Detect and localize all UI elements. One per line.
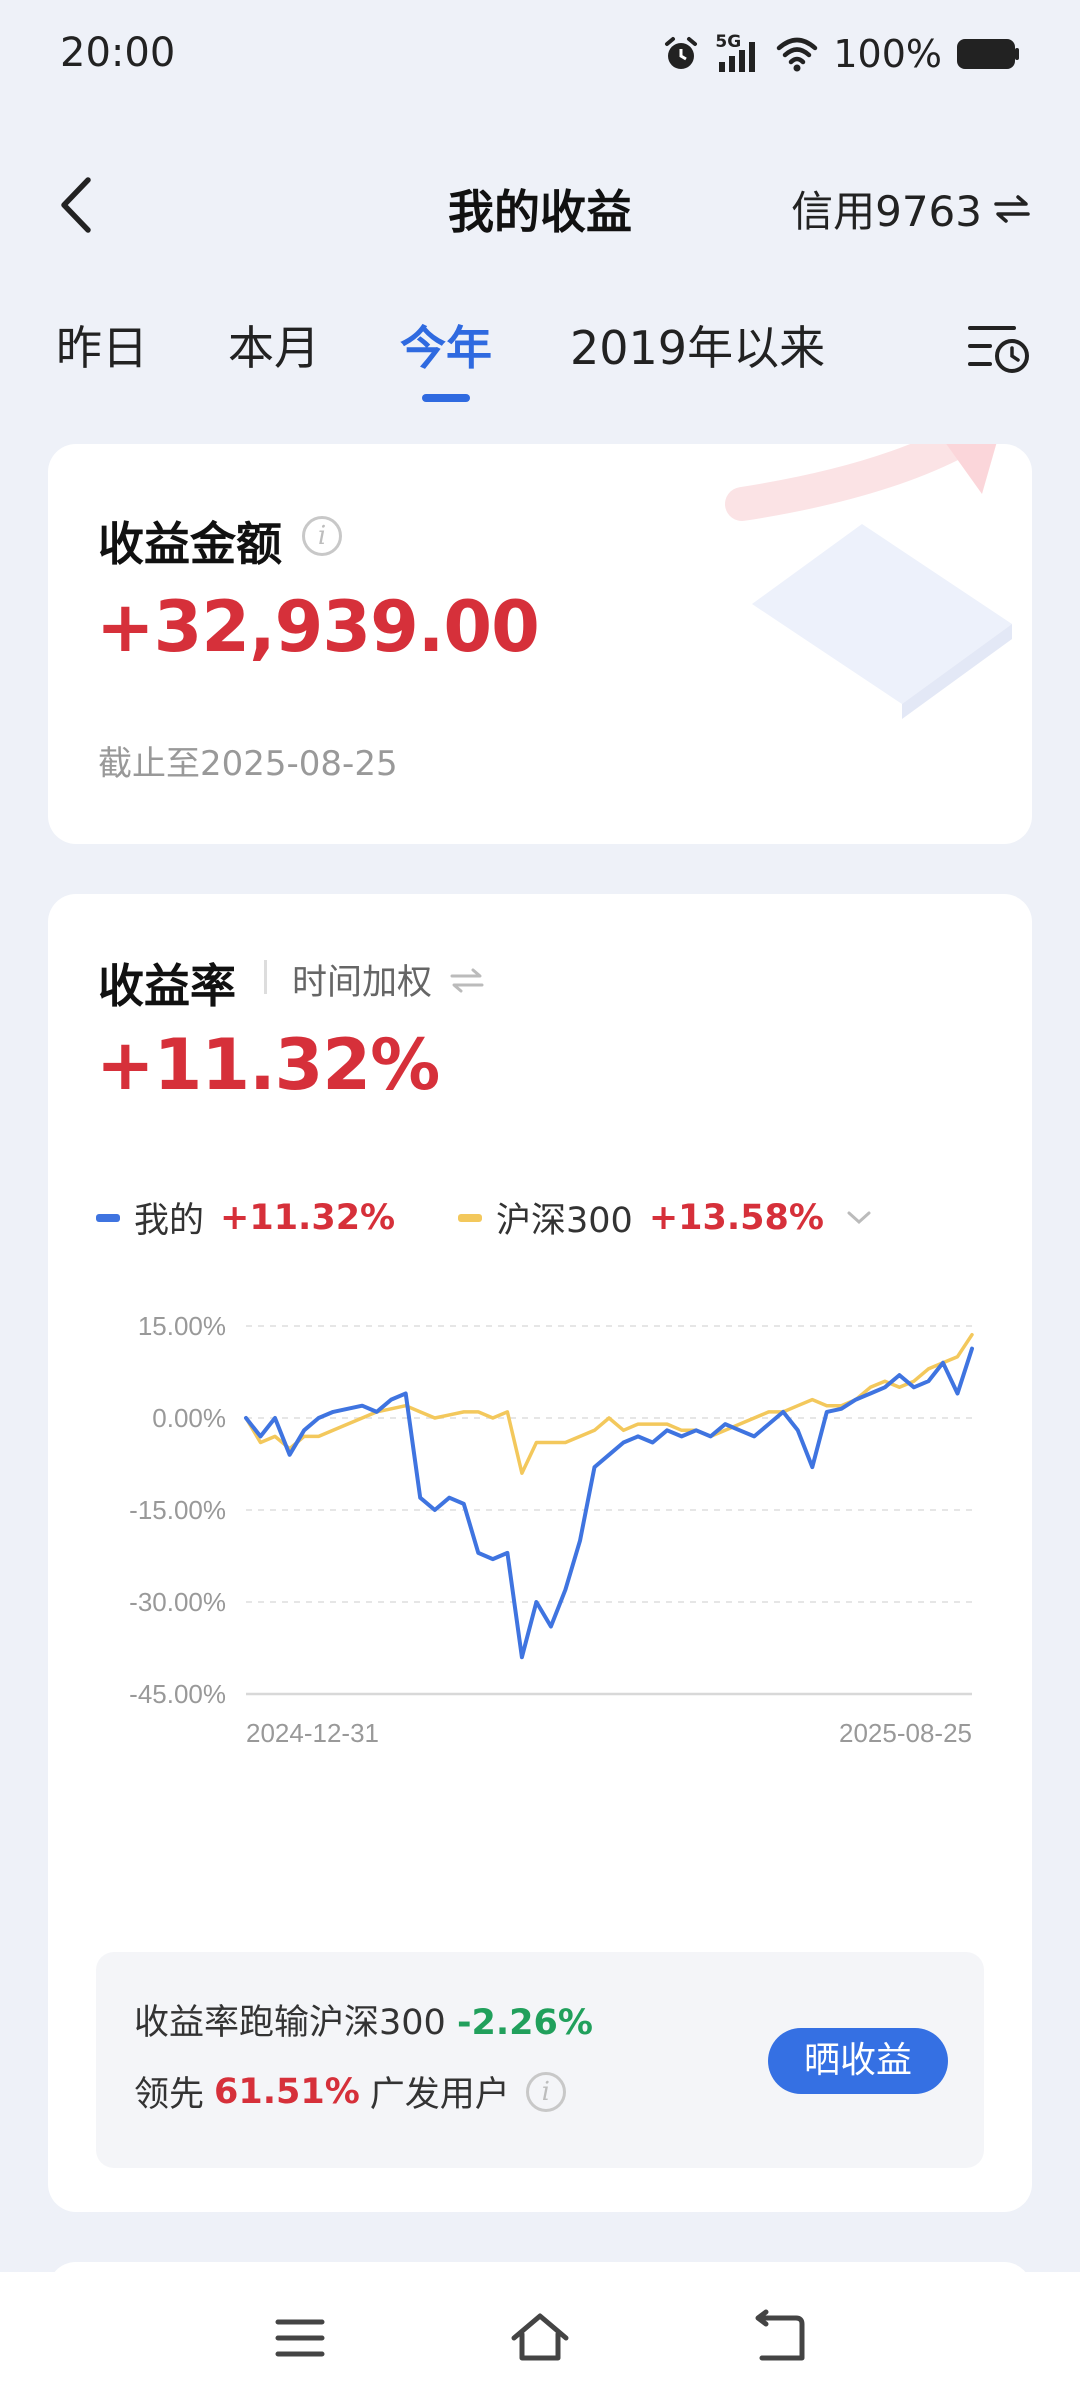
history-list-icon[interactable] bbox=[966, 320, 1032, 376]
system-nav-bar bbox=[0, 2272, 1080, 2400]
chart-legend: 我的 +11.32% 沪深300 +13.58% bbox=[96, 1192, 976, 1242]
y-tick-label: 15.00% bbox=[138, 1311, 226, 1341]
y-tick-label: 0.00% bbox=[152, 1403, 226, 1433]
alarm-icon bbox=[665, 37, 698, 69]
share-earnings-button[interactable]: 晒收益 bbox=[768, 2028, 948, 2094]
status-bar: 20:00 5G 100% bbox=[0, 0, 1080, 110]
summary-line-rank: 领先 61.51% 广发用户 i bbox=[134, 2066, 566, 2117]
earnings-title: 收益金额 bbox=[98, 517, 282, 571]
summary-rank-prefix: 领先 bbox=[134, 2075, 205, 2115]
summary-line-benchmark: 收益率跑输沪深300 -2.26% bbox=[134, 1994, 593, 2045]
legend-value-benchmark: +13.58% bbox=[648, 1197, 824, 1238]
x-tick-label: 2024-12-31 bbox=[246, 1718, 379, 1748]
legend-swatch-benchmark bbox=[458, 1213, 482, 1222]
return-chart: 15.00% 0.00% -15.00% -30.00% -45.00% 2024-12-… bbox=[129, 1311, 974, 1748]
back-icon[interactable] bbox=[52, 170, 112, 240]
time-weighted-toggle[interactable]: 时间加权 bbox=[292, 954, 485, 1005]
header: 我的收益 信用9763 bbox=[0, 160, 1080, 250]
period-tabs: 昨日 本月 今年 2019年以来 bbox=[0, 312, 1080, 412]
summary-benchmark-text: 收益率跑输沪深300 bbox=[134, 2003, 446, 2043]
y-tick-label: -30.00% bbox=[129, 1587, 226, 1617]
swap-icon bbox=[450, 968, 484, 993]
active-tab-indicator bbox=[422, 394, 470, 402]
legend-swatch-mine bbox=[96, 1213, 120, 1222]
growth-arrow-decoration bbox=[725, 444, 1012, 719]
time-weighted-label: 时间加权 bbox=[292, 963, 433, 1003]
signal-icon: 5G bbox=[715, 32, 761, 74]
account-label: 信用9763 bbox=[791, 187, 982, 236]
return-rate-title: 收益率 bbox=[98, 959, 236, 1013]
tab-this-year[interactable]: 今年 bbox=[400, 312, 492, 378]
legend-value-mine: +11.32% bbox=[220, 1197, 396, 1238]
legend-name-benchmark: 沪深300 bbox=[496, 1201, 633, 1241]
legend-name-mine: 我的 bbox=[134, 1201, 205, 1241]
series-line-mine bbox=[244, 1346, 974, 1660]
info-icon[interactable]: i bbox=[302, 516, 342, 556]
menu-icon[interactable] bbox=[268, 2308, 332, 2368]
summary-rank-suffix: 广发用户 bbox=[369, 2075, 510, 2115]
legend-mine: 我的 +11.32% bbox=[96, 1192, 395, 1243]
swap-icon bbox=[994, 194, 1030, 223]
battery-icon bbox=[957, 39, 1019, 69]
y-tick-label: -45.00% bbox=[129, 1679, 226, 1709]
battery-percent: 100% bbox=[833, 32, 942, 76]
tab-this-month[interactable]: 本月 bbox=[228, 312, 320, 378]
info-icon[interactable]: i bbox=[525, 2071, 566, 2112]
comparison-summary: 收益率跑输沪深300 -2.26% 领先 61.51% 广发用户 i 晒收益 bbox=[96, 1952, 984, 2168]
account-switch[interactable]: 信用9763 bbox=[791, 178, 1032, 239]
home-icon[interactable] bbox=[508, 2308, 572, 2368]
tab-yesterday[interactable]: 昨日 bbox=[56, 312, 148, 378]
summary-benchmark-diff: -2.26% bbox=[456, 2003, 593, 2043]
chevron-down-icon bbox=[847, 1211, 871, 1224]
summary-rank-value: 61.51% bbox=[214, 2071, 360, 2112]
return-rate-card: 收益率 时间加权 +11.32% 我的 +11.32% 沪深300 +13.58… bbox=[48, 894, 1032, 2212]
status-icons: 5G 100% bbox=[661, 32, 1020, 76]
x-tick-label: 2025-08-25 bbox=[839, 1718, 972, 1748]
tab-since-2019[interactable]: 2019年以来 bbox=[570, 312, 825, 378]
status-time: 20:00 bbox=[60, 30, 176, 76]
y-tick-label: -15.00% bbox=[129, 1495, 226, 1525]
title-divider bbox=[264, 960, 267, 994]
as-of-date: 截止至2025-08-25 bbox=[98, 744, 398, 784]
return-rate-value: +11.32% bbox=[96, 1024, 440, 1106]
back-nav-icon[interactable] bbox=[748, 2308, 812, 2368]
earnings-amount: +32,939.00 bbox=[96, 586, 540, 668]
wifi-icon bbox=[777, 37, 818, 72]
legend-benchmark[interactable]: 沪深300 +13.58% bbox=[458, 1192, 874, 1243]
earnings-card: 收益金额 i +32,939.00 截止至2025-08-25 bbox=[48, 444, 1032, 844]
